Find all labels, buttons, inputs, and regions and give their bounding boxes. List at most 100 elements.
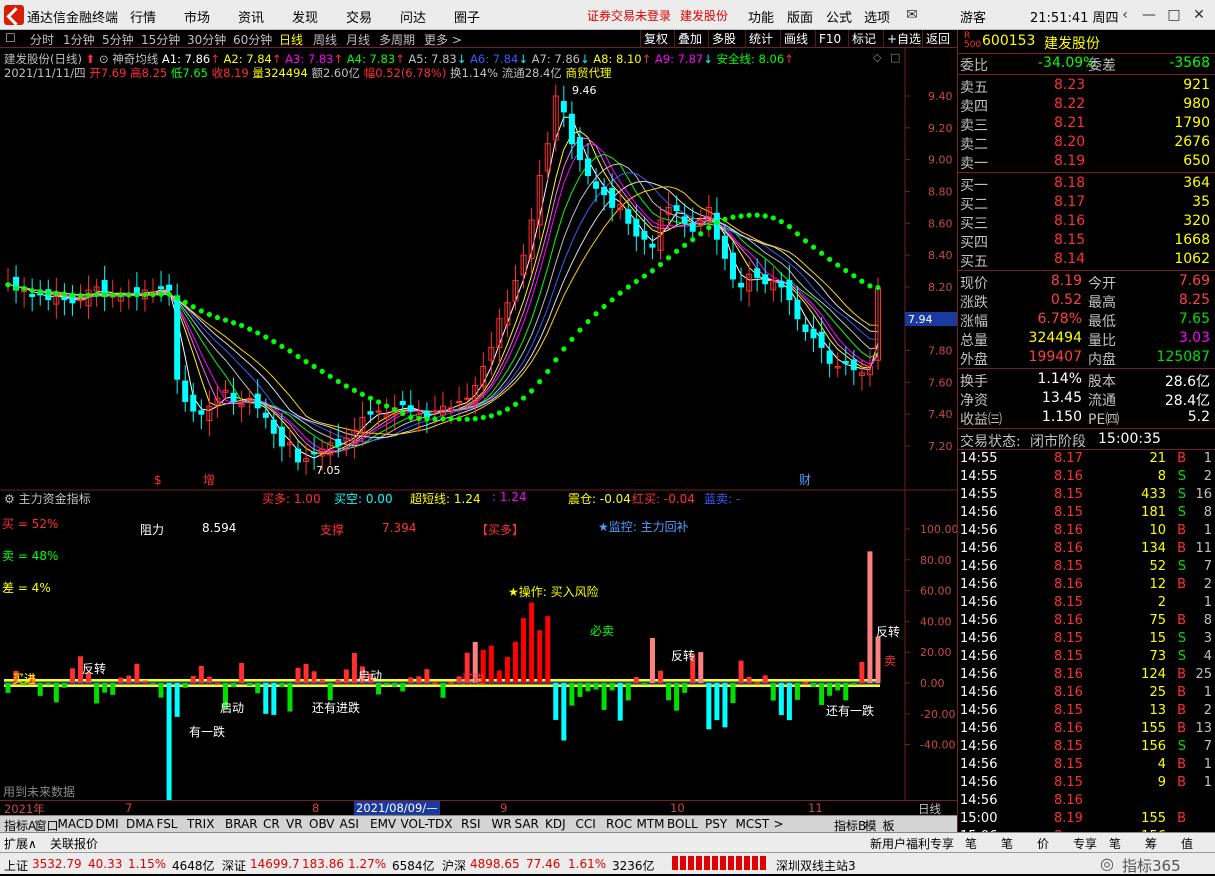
right-tab[interactable]: 价	[1037, 835, 1049, 852]
right-tab[interactable]: 笔	[965, 835, 977, 852]
right-tab[interactable]: 筹	[1145, 835, 1157, 852]
collapse-icon[interactable]: ⊙	[99, 52, 109, 66]
bid-row[interactable]: 买一 8.18 364	[958, 174, 1215, 194]
btn-duogu[interactable]: 多股	[708, 30, 739, 48]
back-icon[interactable]: ‹	[1113, 4, 1137, 26]
close-icon[interactable]: ✕	[1187, 4, 1211, 26]
indicator-tab[interactable]: VR	[286, 817, 303, 831]
period-30min[interactable]: 30分钟	[187, 31, 226, 48]
event-mark-zeng[interactable]: 增	[203, 473, 215, 487]
kline-chart[interactable]: 9.40 9.20 9.00 8.80 8.60 8.40 8.20 7.80 7.60 7.40…	[0, 48, 957, 800]
indicator-tab[interactable]: MCST	[736, 817, 770, 831]
info-sector[interactable]: 商贸代理	[565, 66, 611, 80]
indicator-tab[interactable]: CR	[263, 817, 280, 831]
hs-label[interactable]: 沪深	[442, 857, 466, 874]
expand-button[interactable]: 扩展∧	[4, 835, 37, 852]
right-tab[interactable]: 笔	[1001, 835, 1013, 852]
menu-zixun[interactable]: 资讯	[238, 7, 264, 26]
fund-bar	[5, 683, 11, 693]
promo-link[interactable]: 新用户福利专享	[870, 835, 954, 852]
indicator-tab[interactable]: BRAR	[225, 817, 258, 831]
indicator-tab[interactable]: ROC	[606, 817, 632, 831]
btn-huaxian[interactable]: 画线	[780, 30, 811, 48]
mail-icon[interactable]: ✉	[900, 4, 924, 26]
ask-row[interactable]: 卖四 8.22 980	[958, 95, 1215, 115]
indicator-tab[interactable]: DMA	[126, 817, 154, 831]
ask-row[interactable]: 卖一 8.19 650	[958, 152, 1215, 172]
indicator-tab[interactable]: ASI	[340, 817, 359, 831]
bid-row[interactable]: 买三 8.16 320	[958, 212, 1215, 232]
period-multi[interactable]: 多周期	[379, 31, 415, 48]
ask-row[interactable]: 卖五 8.23 921	[958, 76, 1215, 96]
sub-settings-icon[interactable]: ⚙	[4, 492, 15, 506]
indicator-tab[interactable]: MACD	[58, 817, 94, 831]
menu-gongneng[interactable]: 功能	[748, 7, 774, 26]
indicator-tab[interactable]: PSY	[705, 817, 727, 831]
event-mark-cai[interactable]: 财	[799, 473, 811, 487]
server-name[interactable]: 深圳双线主站3	[776, 857, 856, 874]
indicator-tab[interactable]: EMV	[370, 817, 396, 831]
indicator-tab[interactable]: RSI	[461, 817, 481, 831]
btn-diejia[interactable]: 叠加	[674, 30, 705, 48]
period-fenshi[interactable]: 分时	[30, 31, 54, 48]
menu-shichang[interactable]: 市场	[184, 7, 210, 26]
indicator-tab[interactable]: VOL-TDX	[401, 817, 453, 831]
period-more[interactable]: 更多 >	[424, 31, 462, 48]
minimize-icon[interactable]: —	[1137, 4, 1161, 26]
indicator-name[interactable]: 神奇均线	[112, 52, 158, 66]
indicator-tab[interactable]: FSL	[157, 817, 178, 831]
menu-xuanxiang[interactable]: 选项	[864, 7, 890, 26]
indicator-tab[interactable]: WR	[492, 817, 512, 831]
btn-fanhui[interactable]: 返回	[922, 30, 953, 48]
event-mark-dollar[interactable]: $	[154, 473, 162, 487]
date-selected[interactable]: 2021/08/09/—	[354, 801, 440, 815]
indicator-tab[interactable]: MTM	[637, 817, 665, 831]
right-tab[interactable]: 值	[1181, 835, 1193, 852]
bid-row[interactable]: 买四 8.15 1668	[958, 231, 1215, 251]
right-tab[interactable]: 专享	[1073, 835, 1097, 852]
indicator-tab[interactable]: SAR	[515, 817, 539, 831]
bid-row[interactable]: 买五 8.14 1062	[958, 250, 1215, 270]
menu-wenda[interactable]: 问达	[400, 7, 426, 26]
btn-zixuan[interactable]: +自选	[883, 30, 924, 48]
bid-row[interactable]: 买二 8.17 35	[958, 193, 1215, 213]
chart-config-icon[interactable]: ◇	[873, 51, 881, 64]
menu-jiaoyi[interactable]: 交易	[346, 7, 372, 26]
period-60min[interactable]: 60分钟	[233, 31, 272, 48]
user-name[interactable]: 游客	[960, 7, 986, 26]
ask-row[interactable]: 卖二 8.20 2676	[958, 133, 1215, 153]
indicator-tab[interactable]: OBV	[309, 817, 335, 831]
right-tab[interactable]: 笔	[1109, 835, 1121, 852]
bid-price: 8.15	[1054, 232, 1086, 248]
menu-faxian[interactable]: 发现	[292, 7, 318, 26]
sz-label[interactable]: 深证	[222, 857, 246, 874]
btn-fuquan[interactable]: 复权	[640, 30, 671, 48]
indicator-tab[interactable]: DMI	[96, 817, 119, 831]
indicator-tab[interactable]: TRIX	[187, 817, 214, 831]
period-15min[interactable]: 15分钟	[141, 31, 180, 48]
ask-row[interactable]: 卖三 8.21 1790	[958, 114, 1215, 134]
menu-gongshi[interactable]: 公式	[826, 7, 852, 26]
sh-label[interactable]: 上证	[4, 857, 28, 874]
indicator-tab[interactable]: BOLL	[667, 817, 698, 831]
btn-f10[interactable]: F10	[815, 30, 844, 48]
menu-hangqing[interactable]: 行情	[130, 7, 156, 26]
indicator-tab[interactable]: CCI	[576, 817, 596, 831]
login-warning[interactable]: 证券交易未登录	[587, 7, 671, 24]
menu-quanzi[interactable]: 圈子	[454, 7, 480, 26]
period-5min[interactable]: 5分钟	[102, 31, 134, 48]
indicator-tab[interactable]: >	[774, 817, 784, 831]
maximize-icon[interactable]: □	[1162, 4, 1186, 26]
related-quotes-button[interactable]: 关联报价	[50, 835, 98, 852]
period-day[interactable]: 日线	[279, 31, 303, 48]
menu-banmian[interactable]: 版面	[787, 7, 813, 26]
chart-menu-icon[interactable]: □	[890, 51, 900, 64]
indicator-tab[interactable]: KDJ	[545, 817, 566, 831]
sub-indicator-name[interactable]: 主力资金指标	[19, 492, 91, 506]
btn-tongji[interactable]: 统计	[745, 30, 776, 48]
tick-side: S	[1177, 559, 1186, 574]
period-1min[interactable]: 1分钟	[63, 31, 95, 48]
period-week[interactable]: 周线	[313, 31, 337, 48]
btn-biaoji[interactable]: 标记	[848, 30, 879, 48]
period-month[interactable]: 月线	[346, 31, 370, 48]
